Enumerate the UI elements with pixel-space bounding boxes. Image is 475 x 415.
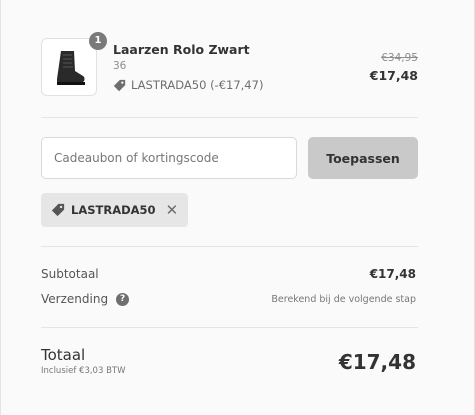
product-discount-text: LASTRADA50 (-€17,47): [131, 78, 264, 92]
divider: [41, 246, 418, 247]
product-variant: 36: [113, 60, 127, 72]
subtotal-value: €17,48: [369, 267, 416, 281]
shipping-row: Verzending ?: [41, 292, 130, 306]
applied-discount-code: LASTRADA50: [71, 203, 156, 217]
discount-code-input[interactable]: [41, 137, 297, 179]
order-summary-panel: 1 Laarzen Rolo Zwart 36 LASTRADA50 (-€17…: [0, 0, 475, 415]
product-name: Laarzen Rolo Zwart: [113, 42, 250, 57]
discounted-price: €17,48: [369, 68, 418, 83]
quantity-badge: 1: [89, 32, 107, 50]
subtotal-label: Subtotaal: [41, 267, 99, 281]
cart-line-item: 1 Laarzen Rolo Zwart 36 LASTRADA50 (-€17…: [41, 32, 418, 100]
total-amount: €17,48: [338, 350, 416, 374]
shipping-label: Verzending: [41, 292, 109, 306]
product-discount-line: LASTRADA50 (-€17,47): [113, 78, 263, 92]
shipping-note: Berekend bij de volgende stap: [271, 294, 416, 305]
product-thumbnail: [41, 38, 97, 96]
close-icon[interactable]: ✕: [166, 202, 179, 218]
tag-icon: [113, 79, 126, 91]
tax-note: Inclusief €3,03 BTW: [41, 366, 126, 376]
divider: [41, 327, 418, 328]
apply-button[interactable]: Toepassen: [308, 137, 418, 179]
boot-image: [57, 51, 85, 85]
tag-icon: [51, 203, 65, 217]
original-price: €34,95: [381, 52, 418, 64]
divider: [41, 117, 418, 118]
help-icon[interactable]: ?: [116, 292, 130, 306]
applied-discount-tag: LASTRADA50 ✕: [41, 193, 189, 227]
total-label: Totaal: [41, 346, 86, 364]
